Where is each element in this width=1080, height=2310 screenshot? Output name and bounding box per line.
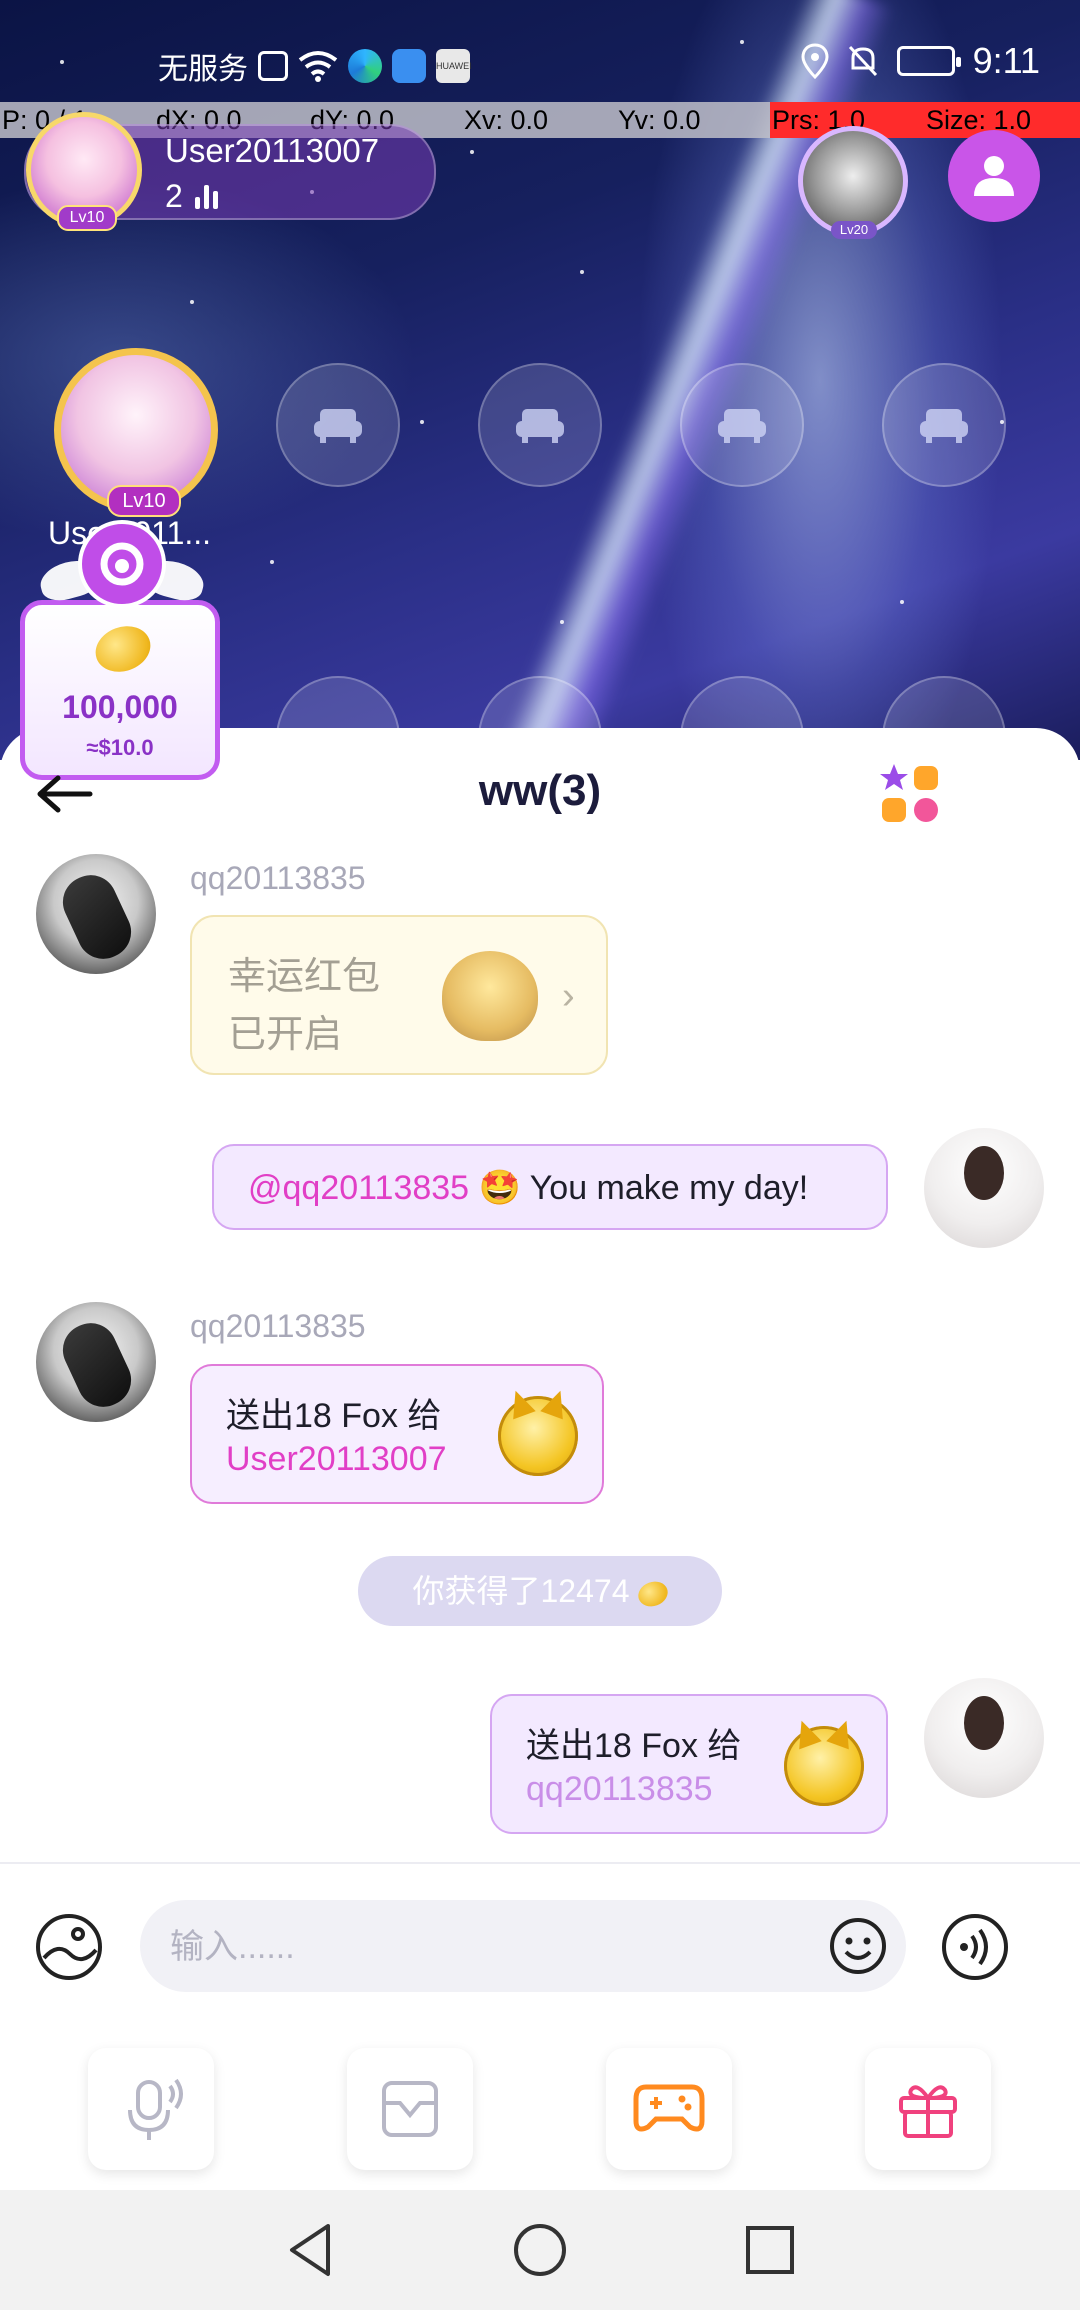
system-notice-text: 你获得了12474 — [412, 1573, 630, 1609]
sender-name: qq20113835 — [190, 860, 366, 896]
lucky-red-packet-message[interactable]: 幸运红包 已开启 › — [190, 915, 608, 1075]
sofa-icon — [718, 409, 766, 443]
message-input-container[interactable] — [140, 1900, 906, 1994]
empty-seat[interactable] — [276, 363, 400, 487]
star — [470, 150, 474, 154]
empty-seat[interactable] — [882, 363, 1006, 487]
inbox-icon — [382, 2081, 438, 2137]
mention-link[interactable]: @qq20113835 — [248, 1169, 469, 1207]
gamepad-icon — [633, 2084, 705, 2132]
empty-seat[interactable] — [478, 363, 602, 487]
battery-icon — [896, 46, 961, 76]
carrier-label: 无服务 — [158, 53, 248, 86]
nav-back-icon[interactable] — [280, 2220, 340, 2280]
sender-avatar[interactable] — [36, 1302, 156, 1422]
my-avatar[interactable] — [924, 1128, 1044, 1248]
huawei-icon: HUAWEI — [436, 49, 472, 83]
gift-target[interactable]: User20113007 — [226, 1440, 447, 1479]
smile-icon[interactable] — [828, 1916, 888, 1976]
inbox-button[interactable] — [347, 2048, 473, 2170]
owner-level-badge: Lv10 — [107, 485, 181, 517]
debug-yv: Yv: 0.0 — [616, 102, 770, 138]
host-name: User20113007 — [165, 132, 380, 169]
star — [420, 420, 424, 424]
sender-name: qq20113835 — [190, 1308, 366, 1344]
coin-icon — [89, 618, 157, 680]
star — [560, 620, 564, 624]
gift-message-bubble[interactable]: 送出18 Fox 给 User20113007 — [190, 1364, 604, 1504]
host-level-badge: Lv10 — [57, 205, 117, 231]
message-input[interactable] — [168, 1900, 812, 1994]
nav-home-icon[interactable] — [510, 2220, 570, 2280]
money-bag-icon — [442, 951, 538, 1041]
game-button[interactable] — [606, 2048, 732, 2170]
sender-avatar[interactable] — [36, 854, 156, 974]
nav-recents-icon[interactable] — [740, 2220, 800, 2280]
top-user-level-badge: Lv20 — [831, 221, 877, 239]
mic-button[interactable] — [88, 2048, 214, 2170]
emoji-star-struck: 🤩 — [478, 1169, 521, 1207]
online-count: 2 — [165, 178, 218, 215]
gift-text: 送出18 Fox 给 — [226, 1397, 442, 1435]
empty-seat[interactable] — [680, 363, 804, 487]
owner-seat-avatar[interactable]: Lv10 — [54, 348, 218, 517]
status-bar: 无服务 HUAWEI 9:11 — [0, 36, 1080, 86]
coin-reward-card[interactable]: 100,000 ≈$10.0 — [20, 600, 220, 780]
sofa-icon — [516, 409, 564, 443]
coin-usd-value: ≈$10.0 — [86, 735, 154, 760]
system-notice: 你获得了12474 — [358, 1556, 722, 1626]
clock: 9:11 — [972, 40, 1040, 81]
app-icon — [392, 49, 426, 83]
voice-wave-icon[interactable] — [940, 1912, 1010, 1982]
apps-grid-icon[interactable] — [878, 762, 942, 826]
star — [900, 600, 904, 604]
red-packet-status: 已开启 — [228, 1014, 343, 1056]
red-packet-title: 幸运红包 — [228, 956, 381, 998]
outgoing-message-bubble[interactable]: @qq20113835 🤩 You make my day! — [212, 1144, 888, 1230]
members-icon — [974, 156, 1014, 196]
mascot-icon — [78, 520, 166, 608]
divider — [0, 1862, 1080, 1864]
gift-target[interactable]: qq20113835 — [526, 1770, 713, 1809]
sofa-icon — [314, 409, 362, 443]
wifi-icon — [298, 51, 338, 82]
host-avatar[interactable]: Lv10 — [26, 112, 142, 231]
signal-bars-icon — [194, 184, 218, 209]
members-button[interactable] — [948, 130, 1040, 222]
sim-icon — [258, 51, 288, 81]
gift-message-bubble[interactable]: 送出18 Fox 给 qq20113835 — [490, 1694, 888, 1834]
mute-bell-icon — [848, 45, 877, 77]
microphone-icon — [128, 2078, 183, 2140]
image-icon[interactable] — [34, 1912, 104, 1982]
gift-icon — [899, 2085, 957, 2138]
gift-text: 送出18 Fox 给 — [526, 1727, 742, 1765]
message-text: You make my day! — [529, 1169, 809, 1207]
star — [580, 270, 584, 274]
coin-icon — [634, 1577, 671, 1610]
star — [270, 560, 274, 564]
edge-browser-icon — [348, 49, 382, 83]
fox-gift-icon — [784, 1726, 864, 1806]
online-count-value: 2 — [165, 178, 183, 214]
coin-amount: 100,000 — [62, 689, 178, 725]
my-avatar[interactable] — [924, 1678, 1044, 1798]
fox-gift-icon — [498, 1396, 578, 1476]
location-icon — [801, 43, 829, 79]
sofa-icon — [920, 409, 968, 443]
chevron-right-icon: › — [562, 975, 575, 1017]
star — [190, 300, 194, 304]
top-user-avatar[interactable]: Lv20 — [798, 126, 908, 239]
system-nav-bar — [0, 2190, 1080, 2310]
debug-xv: Xv: 0.0 — [462, 102, 616, 138]
gift-button[interactable] — [865, 2048, 991, 2170]
